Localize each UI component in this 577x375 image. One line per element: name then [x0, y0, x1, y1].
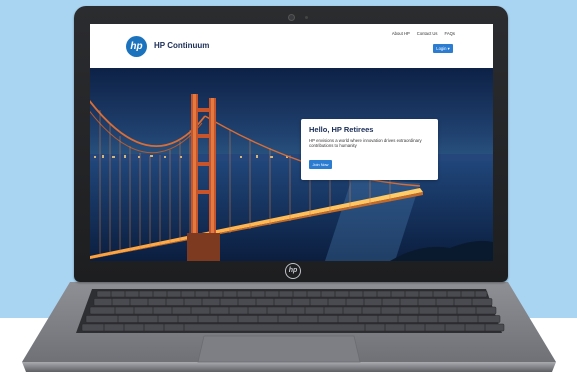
- top-nav: About HP Contact Us FAQs: [392, 31, 455, 36]
- laptop-screen: hp HP Continuum About HP Contact Us FAQs…: [90, 24, 493, 261]
- site-header: hp HP Continuum About HP Contact Us FAQs…: [90, 24, 493, 68]
- hero-subtitle: HP envisions a world where innovation dr…: [309, 138, 422, 149]
- nav-link-faqs[interactable]: FAQs: [445, 31, 455, 36]
- hero-title: Hello, HP Retirees: [309, 125, 374, 134]
- brand-name[interactable]: HP Continuum: [154, 41, 209, 50]
- hp-logo-icon[interactable]: hp: [126, 36, 147, 57]
- hero-banner: Hello, HP Retirees HP envisions a world …: [90, 68, 493, 261]
- nav-link-contact[interactable]: Contact Us: [417, 31, 438, 36]
- webcam-light: [305, 16, 308, 19]
- login-button[interactable]: Login ▾: [433, 44, 453, 53]
- webcam-icon: [288, 14, 295, 21]
- hp-bezel-logo-icon: hp: [285, 263, 301, 279]
- hero-card: Hello, HP Retirees HP envisions a world …: [301, 119, 438, 180]
- background-floor: [0, 318, 577, 375]
- join-now-button[interactable]: Join Now: [309, 160, 332, 169]
- nav-link-about[interactable]: About HP: [392, 31, 410, 36]
